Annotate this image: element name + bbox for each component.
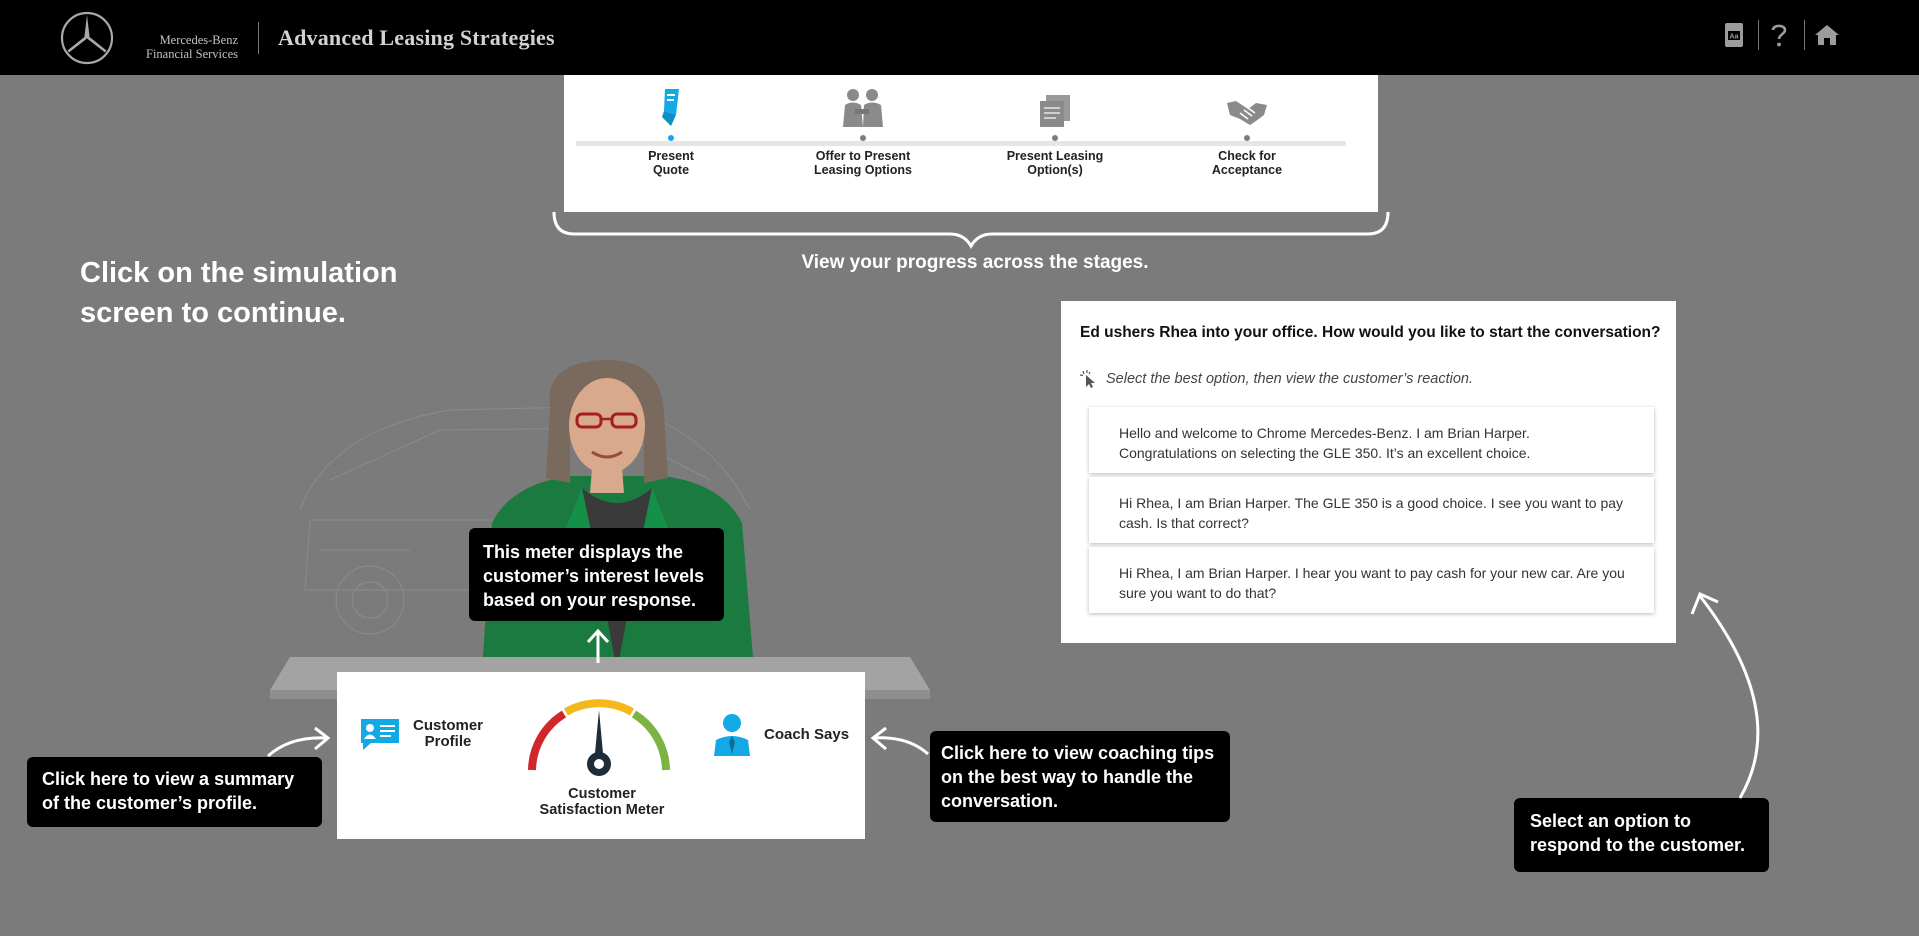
documents-icon [1040,95,1070,127]
quote-document-icon [662,89,679,126]
arrow-curved-up-icon [1690,591,1760,799]
stage-present-quote: Present Quote [596,85,746,177]
home-icon[interactable] [1812,20,1842,50]
brand-line-1: Mercedes-Benz [159,33,238,47]
response-option-1[interactable]: Hello and welcome to Chrome Mercedes-Ben… [1089,407,1654,473]
select-tip-line-2: respond to the customer. [1530,835,1746,855]
header-divider [258,22,259,54]
coach-tip-line-3: conversation. [941,791,1059,811]
meter-tip-line-2: customer’s interest levels [483,566,705,586]
profile-card-icon [361,719,399,750]
option-3-line-1: Hi Rhea, I am Brian Harper. I hear you w… [1119,565,1625,581]
coach-tip-line-1: Click here to view coaching tips [941,743,1215,763]
response-options-dialog: Ed ushers Rhea into your office. How wou… [1061,301,1676,643]
glossary-icon[interactable]: Aa [1722,20,1746,50]
meter-label-line-1: Customer [568,786,636,802]
customer-avatar [482,359,754,670]
profile-tip-line-1: Click here to view a summary [42,769,295,789]
select-tip-line-1: Select an option to [1530,811,1692,831]
option-1-line-1: Hello and welcome to Chrome Mercedes-Ben… [1119,425,1530,441]
svg-text:Aa: Aa [1730,34,1739,41]
stage-progress-panel: Present Quote Offer to Present Leasing Opt… [564,75,1378,212]
response-option-2[interactable]: Hi Rhea, I am Brian Harper. The GLE 350 … [1089,477,1654,543]
coach-tip-line-2: on the best way to handle the [941,767,1194,787]
customer-profile-label-1: Customer [413,717,484,734]
profile-tip-line-2: of the customer’s profile. [42,793,258,813]
meter-arc-green [631,710,670,771]
stage-dot [1052,135,1058,141]
brand-name: Mercedes-Benz Financial Services [120,33,238,61]
customer-profile-button[interactable]: Customer Profile [359,714,499,754]
selection-hint-text: Select the best option, then view the cu… [1106,371,1474,387]
stage-offer-leasing-options: Offer to Present Leasing Options [788,85,938,177]
satisfaction-meter-gauge [528,699,670,776]
arrow-up-icon [586,628,610,663]
coach-person-icon [714,714,750,756]
coach-tooltip: Click here to view coaching tips on the … [930,731,1230,822]
instruction-line-2: screen to continue. [80,297,346,329]
help-icon[interactable] [1766,20,1792,50]
arrow-right-icon [266,726,331,758]
customer-profile-label-2: Profile [424,733,472,750]
brand-line-2: Financial Services [146,47,238,61]
option-2-line-1: Hi Rhea, I am Brian Harper. The GLE 350 … [1119,495,1624,511]
meter-tip-line-3: based on your response. [483,590,697,610]
mercedes-star-logo [60,11,114,65]
handshake-icon [1227,101,1267,125]
simulation-control-panel: Customer Profile Customer Satisfaction Me… [337,672,865,839]
profile-tooltip: Click here to view a summary of the cust… [27,757,322,827]
top-bar: Mercedes-Benz Financial Services Advance… [0,0,1919,75]
option-1-line-2: Congratulations on selecting the GLE 350… [1119,445,1531,461]
two-people-icon [843,89,883,127]
continue-instruction: Click on the simulation screen to contin… [80,253,397,333]
meter-label-line-2: Satisfaction Meter [539,802,665,818]
meter-needle [587,710,611,776]
arrow-left-icon [870,726,930,756]
meter-tip-line-1: This meter displays the [483,542,684,562]
selection-hint: Select the best option, then view the cu… [1080,370,1473,388]
coach-says-label: Coach Says [764,725,850,743]
stage-dot [1244,135,1250,141]
stage-label-line-2: Leasing Options [814,163,912,177]
stage-label-line-2: Option(s) [1027,163,1083,177]
progress-brace [552,211,1390,249]
app-title: Advanced Leasing Strategies [278,25,555,50]
stage-dot [668,135,674,141]
instruction-line-1: Click on the simulation [80,257,398,289]
satisfaction-meter-label: Customer Satisfaction Meter [507,786,697,818]
coach-says-button[interactable]: Coach Says [712,712,852,756]
stage-dot [860,135,866,141]
scenario-question: Ed ushers Rhea into your office. How wou… [1080,324,1661,341]
select-option-tooltip: Select an option to respond to the custo… [1514,798,1769,872]
response-option-3[interactable]: Hi Rhea, I am Brian Harper. I hear you w… [1089,547,1654,613]
stage-present-leasing-options: Present Leasing Option(s) [980,85,1130,177]
progress-caption: View your progress across the stages. [801,252,1149,273]
meter-arc-red [528,710,567,771]
stage-label-line-1: Check for [1218,149,1276,163]
option-3-line-2: sure you want to do that? [1119,585,1277,601]
stage-label-line-2: Quote [652,163,690,177]
cursor-click-icon [1080,370,1095,388]
option-2-line-2: cash. Is that correct? [1119,515,1249,531]
stage-label-line-2: Acceptance [1211,163,1283,177]
header-icon-divider [1804,20,1805,50]
stage-check-for-acceptance: Check for Acceptance [1172,85,1322,177]
stage-label-line-1: Present [648,149,694,163]
stage-label-line-1: Offer to Present [815,149,911,163]
header-icon-divider [1758,20,1759,50]
meter-tooltip: This meter displays the customer’s inter… [469,528,724,621]
stage-label-line-1: Present Leasing [1006,149,1104,163]
